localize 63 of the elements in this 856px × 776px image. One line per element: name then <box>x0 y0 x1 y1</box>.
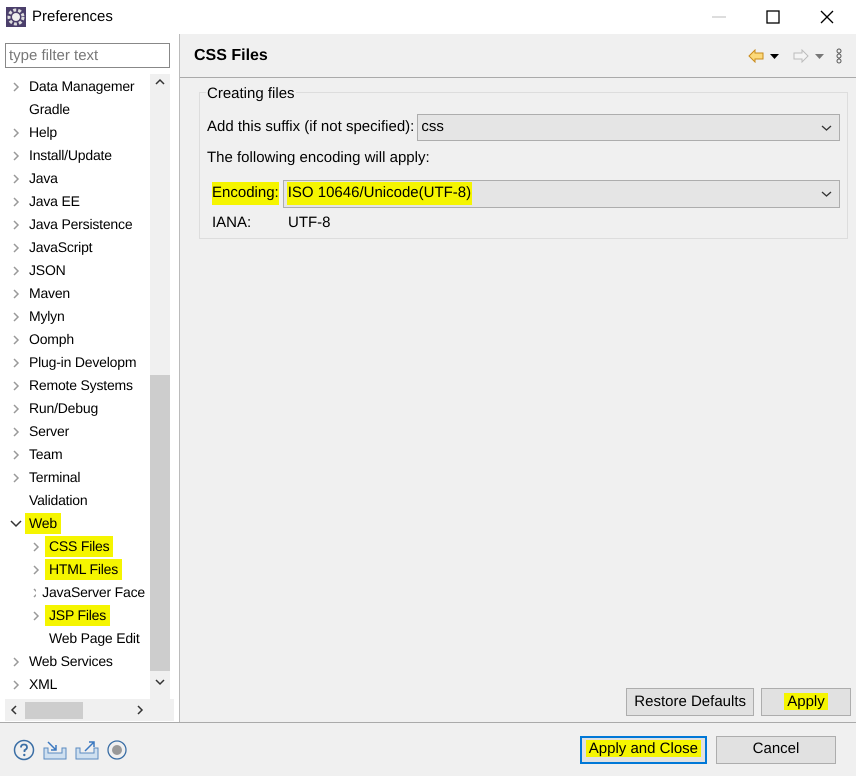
tree-item[interactable]: Java <box>29 168 58 189</box>
page-title: CSS Files <box>194 46 268 66</box>
close-icon[interactable] <box>820 10 834 24</box>
vertical-scrollbar[interactable] <box>150 74 170 699</box>
dropdown-icon[interactable] <box>770 54 779 58</box>
tree-item[interactable]: Validation <box>29 490 88 511</box>
help-icon[interactable] <box>13 738 35 760</box>
gear-icon <box>6 7 26 27</box>
scroll-right-icon[interactable] <box>137 705 144 715</box>
encoding-dropdown[interactable]: ISO 10646/Unicode(UTF-8) <box>282 180 840 208</box>
tree-item[interactable]: Java EE <box>29 191 80 212</box>
tree-item[interactable]: Run/Debug <box>29 398 98 419</box>
chevron-down-icon <box>821 190 832 196</box>
maximize-icon[interactable] <box>766 10 780 24</box>
chevron-down-icon[interactable] <box>9 518 23 528</box>
tree-item[interactable]: Gradle <box>29 99 70 120</box>
tree-item[interactable]: Help <box>29 122 57 143</box>
tree-item[interactable]: JavaServer Face <box>42 582 145 603</box>
tree-item[interactable]: Server <box>29 421 70 442</box>
tree-item[interactable]: Terminal <box>29 467 80 488</box>
scroll-up-icon[interactable] <box>155 78 165 85</box>
encoding-note: The following encoding will apply: <box>207 148 431 168</box>
suffix-dropdown[interactable]: css <box>417 114 840 141</box>
tree-item[interactable]: Web Services <box>29 651 113 672</box>
suffix-label: Add this suffix (if not specified): <box>207 117 414 138</box>
record-icon[interactable] <box>107 740 127 760</box>
tree-item[interactable]: HTML Files <box>45 559 122 580</box>
encoding-label: Encoding: <box>212 182 279 205</box>
tree-item[interactable]: Maven <box>29 283 70 304</box>
tree-item[interactable]: JavaScript <box>29 237 92 258</box>
scroll-down-icon[interactable] <box>155 679 165 686</box>
horizontal-scrollbar[interactable] <box>5 699 174 721</box>
tree-item[interactable]: Plug-in Developm <box>29 352 136 373</box>
scroll-thumb[interactable] <box>25 702 83 718</box>
tree-item[interactable]: Remote Systems <box>29 375 133 396</box>
iana-value: UTF-8 <box>288 212 330 232</box>
scroll-left-icon[interactable] <box>10 705 17 715</box>
tree-item[interactable]: Oomph <box>29 329 74 350</box>
tree-item[interactable]: Mylyn <box>29 306 65 327</box>
tree-item[interactable]: Web <box>25 513 61 534</box>
window-title: Preferences <box>32 6 113 27</box>
iana-label: IANA: <box>212 212 252 232</box>
export-icon[interactable] <box>75 740 99 760</box>
tree-item[interactable]: CSS Files <box>45 536 114 557</box>
filter-field[interactable]: type filter text <box>5 43 170 68</box>
chevron-down-icon <box>821 124 832 130</box>
tree-item[interactable]: Web Page Edit <box>49 628 140 649</box>
tree-item[interactable]: JSP Files <box>45 605 110 626</box>
tree-item[interactable]: JSON <box>29 260 66 281</box>
tree-item[interactable]: Java Persistence <box>29 214 132 235</box>
dialog-button[interactable]: Apply and Close <box>580 736 707 764</box>
dialog-button[interactable]: Apply <box>761 688 851 716</box>
import-icon[interactable] <box>43 740 67 760</box>
more-icon[interactable] <box>836 48 842 64</box>
tree-item[interactable]: Data Managemer <box>29 76 134 97</box>
back-arrow-icon[interactable] <box>748 49 764 63</box>
scroll-thumb[interactable] <box>150 375 170 671</box>
tree-item[interactable]: Team <box>29 444 62 465</box>
dialog-button[interactable]: Cancel <box>716 736 836 764</box>
forward-arrow-icon[interactable] <box>793 49 809 63</box>
dialog-button[interactable]: Restore Defaults <box>626 688 754 716</box>
tree-item[interactable]: Install/Update <box>29 145 112 166</box>
tree-item[interactable]: XML <box>29 674 58 695</box>
